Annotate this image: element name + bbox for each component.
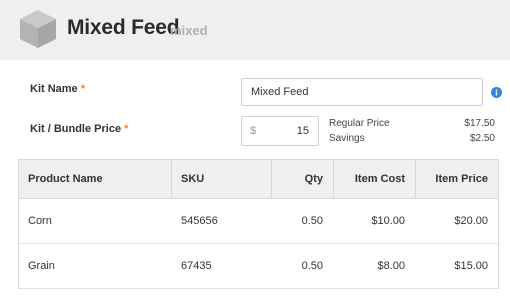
cell-item-cost: $8.00 (377, 260, 405, 272)
regular-price-label: Regular Price (329, 118, 390, 129)
savings-value: $2.50 (469, 133, 495, 144)
table-row[interactable]: Grain 67435 0.50 $8.00 $15.00 (19, 244, 498, 289)
cell-sku: 67435 (181, 260, 212, 272)
box-icon (20, 10, 56, 48)
bundle-price-value: 15 (296, 125, 309, 137)
cell-item-price: $15.00 (454, 260, 488, 272)
required-marker: * (80, 83, 86, 95)
cell-product-name: Grain (28, 260, 55, 272)
page-header: Mixed Feed mixed (0, 0, 510, 60)
cell-item-price: $20.00 (454, 215, 488, 227)
regular-price-value: $17.50 (464, 118, 495, 129)
savings-label: Savings (329, 133, 365, 144)
cell-item-cost: $10.00 (371, 215, 405, 227)
kit-name-label-text: Kit Name (30, 83, 78, 95)
products-table: Product Name SKU Qty Item Cost Item Pric… (18, 159, 499, 289)
cell-qty: 0.50 (301, 215, 323, 227)
column-header-qty[interactable]: Qty (272, 160, 323, 198)
column-header-item-cost[interactable]: Item Cost (334, 160, 405, 198)
page-subtitle: mixed (170, 23, 208, 38)
cell-qty: 0.50 (301, 260, 323, 272)
column-header-product-name[interactable]: Product Name (28, 160, 103, 198)
price-label-text: Kit / Bundle Price (30, 123, 122, 135)
column-header-sku[interactable]: SKU (181, 160, 204, 198)
page-title: Mixed Feed (67, 16, 180, 39)
kit-name-label: Kit Name * (30, 83, 85, 95)
kit-name-input[interactable]: Mixed Feed (241, 78, 483, 106)
currency-symbol: $ (250, 125, 257, 137)
cell-sku: 545656 (181, 215, 218, 227)
column-header-item-price[interactable]: Item Price (416, 160, 488, 198)
cell-product-name: Corn (28, 215, 52, 227)
bundle-price-input[interactable]: $ 15 (241, 116, 319, 146)
table-row[interactable]: Corn 545656 0.50 $10.00 $20.00 (19, 199, 498, 244)
price-label: Kit / Bundle Price * (30, 123, 128, 135)
info-icon[interactable] (491, 87, 502, 98)
required-marker: * (124, 123, 129, 135)
table-header-row: Product Name SKU Qty Item Cost Item Pric… (19, 160, 498, 199)
